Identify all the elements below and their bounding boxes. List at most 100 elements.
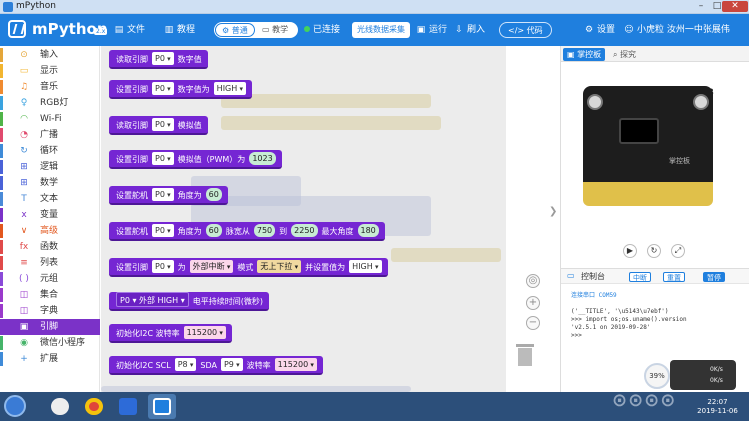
category-icon: fx	[19, 242, 29, 252]
user-menu[interactable]: ☺ 小虎粒 汝州一中张展伟	[624, 23, 730, 37]
block-number-input[interactable]: 750	[253, 224, 276, 237]
sidebar-item-4[interactable]: ◠ Wi-Fi	[0, 111, 100, 127]
pin-block-3[interactable]: 设置引脚 P0模拟值（PWM）为1023	[109, 150, 282, 169]
block-inner-reporter[interactable]: P0 ▾ 外部 HIGH ▾	[116, 292, 189, 307]
pin-block-6[interactable]: 设置引脚 P0为外部中断模式无上下拉并设置值为HIGH	[109, 258, 388, 277]
sidebar-item-6[interactable]: ↻ 循环	[0, 143, 100, 159]
category-icon: ◫	[19, 306, 29, 316]
sidebar-item-13[interactable]: ≡ 列表	[0, 255, 100, 271]
reset-icon[interactable]: ↻	[647, 244, 661, 258]
flash-icon: ⇩	[455, 25, 463, 35]
pin-block-1[interactable]: 设置引脚 P0数字值为HIGH	[109, 80, 253, 99]
file-menu[interactable]: ▤ 文件	[114, 23, 145, 37]
sidebar-item-18[interactable]: ◉ 微信小程序	[0, 335, 100, 351]
block-text: 设置引脚	[116, 85, 148, 94]
block-dropdown[interactable]: 115200	[183, 326, 226, 339]
sidebar-item-9[interactable]: T 文本	[0, 191, 100, 207]
block-workspace[interactable]: 读取引脚P0数字值设置引脚P0数字值为HIGH读取引脚P0模拟值设置引脚P0模拟…	[101, 46, 506, 392]
code-button[interactable]: </> 代码	[499, 22, 552, 38]
recenter-icon[interactable]: ◎	[526, 274, 540, 288]
block-dropdown[interactable]: 无上下拉	[257, 260, 302, 273]
category-color-bar	[0, 48, 3, 62]
flash-button[interactable]: ⇩ 刷入	[454, 23, 485, 37]
block-dropdown[interactable]: 115200	[274, 358, 317, 371]
mode-normal-button[interactable]: ⚙ 普通	[215, 23, 255, 37]
run-button[interactable]: ▣ 运行	[416, 23, 447, 37]
sidebar-item-7[interactable]: ⊞ 逻辑	[0, 159, 100, 175]
sidebar-item-8[interactable]: ⊞ 数学	[0, 175, 100, 191]
mode-normal-label: 普通	[231, 26, 248, 35]
block-text: 设置舵机	[116, 227, 148, 236]
block-dropdown[interactable]: P0	[152, 52, 174, 65]
fullscreen-icon[interactable]: ⤢	[671, 244, 685, 258]
tab-board[interactable]: ▣ 掌控板	[563, 48, 606, 61]
block-number-input[interactable]: 180	[357, 224, 379, 237]
block-dropdown[interactable]: P0	[152, 118, 174, 131]
user-name: 小虎粒 汝州一中张展伟	[637, 25, 730, 35]
block-dropdown[interactable]: P8	[174, 358, 197, 371]
block-number-input[interactable]: 60	[205, 188, 222, 201]
block-number-input[interactable]: 2250	[291, 224, 318, 237]
sidebar-item-0[interactable]: ⊙ 输入	[0, 47, 100, 63]
category-color-bar	[0, 144, 3, 158]
block-number-input[interactable]: 1023	[249, 152, 276, 165]
board-button-b[interactable]	[693, 94, 709, 110]
sidebar-item-1[interactable]: ▭ 显示	[0, 63, 100, 79]
pin-block-2[interactable]: 读取引脚 P0模拟值	[109, 116, 208, 135]
sidebar-item-15[interactable]: ◫ 集合	[0, 287, 100, 303]
console-interrupt-button[interactable]: 中断	[629, 272, 651, 282]
close-button[interactable]: ✕	[722, 1, 748, 12]
pin-block-7[interactable]: P0 ▾ 外部 HIGH ▾ 电平持续时间(微秒)	[109, 292, 269, 311]
block-dropdown[interactable]: HIGH	[213, 82, 247, 95]
block-dropdown[interactable]: P0	[152, 260, 174, 273]
sidebar-item-3[interactable]: ♀ RGB灯	[0, 95, 100, 111]
board-button-a[interactable]	[587, 94, 603, 110]
play-icon[interactable]: ▶	[623, 244, 637, 258]
zoom-in-icon[interactable]: +	[526, 296, 540, 310]
trash-icon[interactable]	[516, 344, 534, 366]
console-reset-button[interactable]: 重置	[663, 272, 685, 282]
zoom-out-icon[interactable]: −	[526, 316, 540, 330]
mode-teach-button[interactable]: ▭ 教学	[256, 23, 294, 37]
block-dropdown[interactable]: P0	[152, 188, 174, 201]
sidebar-item-5[interactable]: ◔ 广播	[0, 127, 100, 143]
category-icon: ◉	[20, 338, 28, 348]
chevron-right-icon[interactable]: ❯	[549, 206, 558, 220]
taskbar-app-wps[interactable]	[114, 394, 142, 419]
block-number-input[interactable]: 60	[205, 224, 222, 237]
tutorial-menu[interactable]: ▥ 教程	[164, 23, 195, 37]
pin-block-9[interactable]: 初始化I2C SCLP8SDAP9波特率115200	[109, 356, 323, 375]
console-pause-toggle[interactable]: 暂停	[703, 272, 725, 282]
pin-block-8[interactable]: 初始化I2C 波特率 115200	[109, 324, 232, 343]
block-dropdown[interactable]: P0	[152, 82, 174, 95]
block-dropdown[interactable]: 外部中断	[189, 260, 234, 273]
sidebar-item-12[interactable]: fx 函数	[0, 239, 100, 255]
taskbar-app-mpython[interactable]	[148, 394, 176, 419]
tab-explore[interactable]: ⌕ 探究	[609, 48, 640, 61]
sidebar-item-11[interactable]: ∨ 高级	[0, 223, 100, 239]
settings-button[interactable]: ⚙ 设置	[584, 23, 615, 37]
sidebar-item-17[interactable]: ▣ 引脚	[0, 319, 100, 335]
sidebar-item-16[interactable]: ◫ 字典	[0, 303, 100, 319]
block-dropdown[interactable]: P0	[152, 152, 174, 165]
optical-data-button[interactable]: 光线数据采集	[352, 22, 410, 38]
connection-status[interactable]: 已连接	[304, 23, 340, 37]
sidebar-item-14[interactable]: ( ) 元组	[0, 271, 100, 287]
taskbar-app-chrome[interactable]	[80, 394, 108, 419]
category-label: 字典	[40, 306, 59, 316]
wps-icon	[119, 398, 137, 415]
pin-block-4[interactable]: 设置舵机 P0角度为60	[109, 186, 228, 205]
category-icon: x	[21, 210, 27, 220]
sidebar-item-2[interactable]: ♫ 音乐	[0, 79, 100, 95]
block-dropdown[interactable]: HIGH	[349, 260, 382, 273]
clock[interactable]: 22:07 2019-11-06	[690, 398, 745, 416]
category-icon: ♫	[19, 82, 29, 92]
pin-block-0[interactable]: 读取引脚 P0数字值	[109, 50, 208, 69]
sidebar-item-19[interactable]: + 扩展	[0, 351, 100, 367]
sidebar-item-10[interactable]: x 变量	[0, 207, 100, 223]
block-dropdown[interactable]: P9	[220, 358, 243, 371]
start-button[interactable]	[4, 395, 26, 417]
taskbar-app-panda[interactable]	[46, 394, 74, 419]
pin-block-5[interactable]: 设置舵机 P0角度为60脉宽从750到2250最大角度180	[109, 222, 385, 241]
block-dropdown[interactable]: P0	[152, 224, 174, 237]
